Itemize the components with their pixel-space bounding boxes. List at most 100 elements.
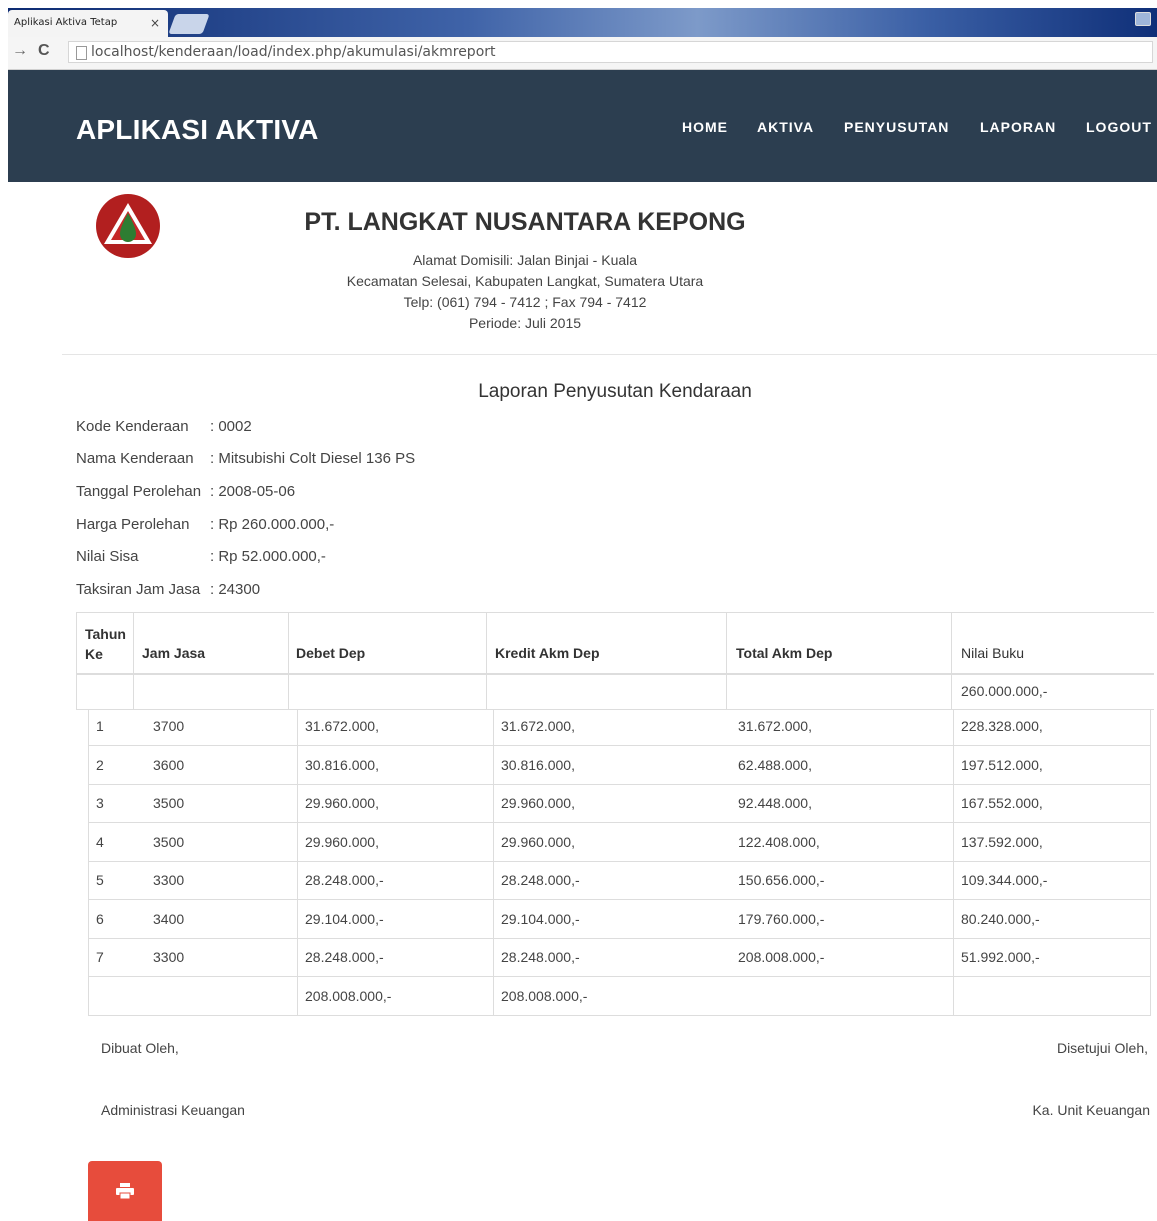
cell-debet: 29.104.000,- — [305, 911, 384, 927]
cell-jam-jasa: 3500 — [153, 834, 185, 850]
info-value: : 24300 — [210, 581, 261, 598]
initial-nilai-buku: 260.000.000,- — [961, 683, 1048, 699]
row-divider — [88, 784, 1151, 785]
cell-jam-jasa: 3300 — [153, 949, 185, 965]
cell-jam-jasa: 3600 — [153, 757, 185, 773]
table-border — [76, 709, 1154, 710]
cell-nilai-buku: 197.512.000, — [961, 757, 1043, 773]
table-border — [486, 612, 487, 710]
browser-tabstrip: Aplikasi Aktiva Tetap × — [8, 8, 1157, 37]
print-button[interactable] — [88, 1161, 162, 1221]
row-divider — [88, 938, 1151, 939]
cell-jam-jasa: 3400 — [153, 911, 185, 927]
header-tahun-ke: Tahun Ke — [85, 626, 126, 662]
signature-left-title: Dibuat Oleh, — [101, 1040, 179, 1056]
company-address-line: Kecamatan Selesai, Kabupaten Langkat, Su… — [346, 273, 704, 289]
table-border — [88, 710, 89, 1016]
cell-tahun: 7 — [96, 949, 104, 965]
table-border — [726, 612, 727, 710]
table-header — [76, 612, 1154, 675]
report-period: Periode: Juli 2015 — [468, 315, 582, 331]
cell-debet: 28.248.000,- — [305, 949, 384, 965]
info-value: : Mitsubishi Colt Diesel 136 PS — [210, 450, 416, 467]
info-label: Nilai Sisa — [76, 548, 139, 565]
header-debet-dep: Debet Dep — [296, 645, 366, 661]
cell-tahun: 3 — [96, 795, 104, 811]
cell-kredit: 31.672.000, — [501, 718, 575, 734]
cell-nilai-buku: 137.592.000, — [961, 834, 1043, 850]
nav-home[interactable]: HOME — [682, 119, 728, 135]
header-jam-jasa: Jam Jasa — [142, 645, 206, 661]
cell-debet: 29.960.000, — [305, 795, 379, 811]
address-bar: → C localhost/kenderaan/load/index.php/a… — [8, 37, 1157, 70]
company-name: PT. LANGKAT NUSANTARA KEPONG — [304, 208, 746, 236]
tab-close-icon[interactable]: × — [150, 16, 160, 30]
nav-penyusutan[interactable]: PENYUSUTAN — [844, 119, 949, 135]
header-nilai-buku: Nilai Buku — [961, 645, 1025, 661]
nav-aktiva[interactable]: AKTIVA — [757, 119, 814, 135]
info-label: Taksiran Jam Jasa — [76, 581, 201, 598]
new-tab-button[interactable] — [168, 14, 210, 34]
info-label: Kode Kenderaan — [76, 418, 189, 435]
cell-total: 122.408.000, — [738, 834, 820, 850]
page-icon — [76, 46, 87, 60]
info-value: : Rp 260.000.000,- — [210, 516, 335, 533]
table-border — [288, 612, 289, 710]
reload-icon[interactable]: C — [38, 42, 50, 60]
cell-kredit: 29.104.000,- — [501, 911, 580, 927]
info-label: Harga Perolehan — [76, 516, 190, 533]
nav-logout[interactable]: LOGOUT — [1086, 119, 1152, 135]
row-divider — [88, 745, 1151, 746]
cell-debet: 30.816.000, — [305, 757, 379, 773]
cell-kredit: 28.248.000,- — [501, 872, 580, 888]
cell-jam-jasa: 3300 — [153, 872, 185, 888]
signature-right-title: Disetujui Oleh, — [1056, 1040, 1148, 1056]
info-value: : 0002 — [210, 418, 252, 435]
nav-laporan[interactable]: LAPORAN — [980, 119, 1056, 135]
cell-kredit: 29.960.000, — [501, 795, 575, 811]
cell-tahun: 1 — [96, 718, 104, 734]
table-border — [493, 710, 494, 1016]
cell-tahun: 4 — [96, 834, 104, 850]
cell-nilai-buku: 109.344.000,- — [961, 872, 1048, 888]
table-border — [76, 612, 77, 710]
report-title: Laporan Penyusutan Kendaraan — [478, 381, 752, 402]
cell-total: 208.008.000,- — [738, 949, 825, 965]
cell-total: 150.656.000,- — [738, 872, 825, 888]
info-value: : Rp 52.000.000,- — [210, 548, 326, 565]
table-border — [133, 612, 134, 710]
app-brand[interactable]: APLIKASI AKTIVA — [76, 114, 319, 146]
divider — [62, 354, 1157, 355]
cell-kredit: 28.248.000,- — [501, 949, 580, 965]
forward-icon[interactable]: → — [12, 42, 28, 60]
total-kredit: 208.008.000,- — [501, 988, 588, 1004]
info-label: Tanggal Perolehan — [76, 483, 202, 500]
cell-nilai-buku: 167.552.000, — [961, 795, 1043, 811]
company-phone: Telp: (061) 794 - 7412 ; Fax 794 - 7412 — [403, 294, 647, 310]
row-divider — [88, 822, 1151, 823]
header-kredit-akm-dep: Kredit Akm Dep — [495, 645, 600, 661]
row-divider — [88, 976, 1151, 977]
cell-jam-jasa: 3700 — [153, 718, 185, 734]
signature-right-role: Ka. Unit Keuangan — [1032, 1102, 1150, 1118]
table-border — [951, 612, 952, 710]
cell-debet: 29.960.000, — [305, 834, 379, 850]
window-control-icon[interactable] — [1135, 12, 1151, 26]
url-input[interactable]: localhost/kenderaan/load/index.php/akumu… — [68, 41, 1153, 63]
browser-tab[interactable]: Aplikasi Aktiva Tetap × — [8, 10, 168, 37]
total-debet: 208.008.000,- — [305, 988, 392, 1004]
cell-tahun: 6 — [96, 911, 104, 927]
cell-tahun: 2 — [96, 757, 104, 773]
tab-title: Aplikasi Aktiva Tetap — [14, 17, 118, 28]
cell-tahun: 5 — [96, 872, 104, 888]
cell-nilai-buku: 80.240.000,- — [961, 911, 1040, 927]
cell-total: 179.760.000,- — [738, 911, 825, 927]
cell-kredit: 29.960.000, — [501, 834, 575, 850]
print-icon — [116, 1183, 134, 1204]
row-divider — [88, 899, 1151, 900]
row-divider — [88, 861, 1151, 862]
cell-nilai-buku: 51.992.000,- — [961, 949, 1040, 965]
cell-total: 31.672.000, — [738, 718, 812, 734]
info-label: Nama Kenderaan — [76, 450, 194, 467]
header-total-akm-dep: Total Akm Dep — [736, 645, 833, 661]
